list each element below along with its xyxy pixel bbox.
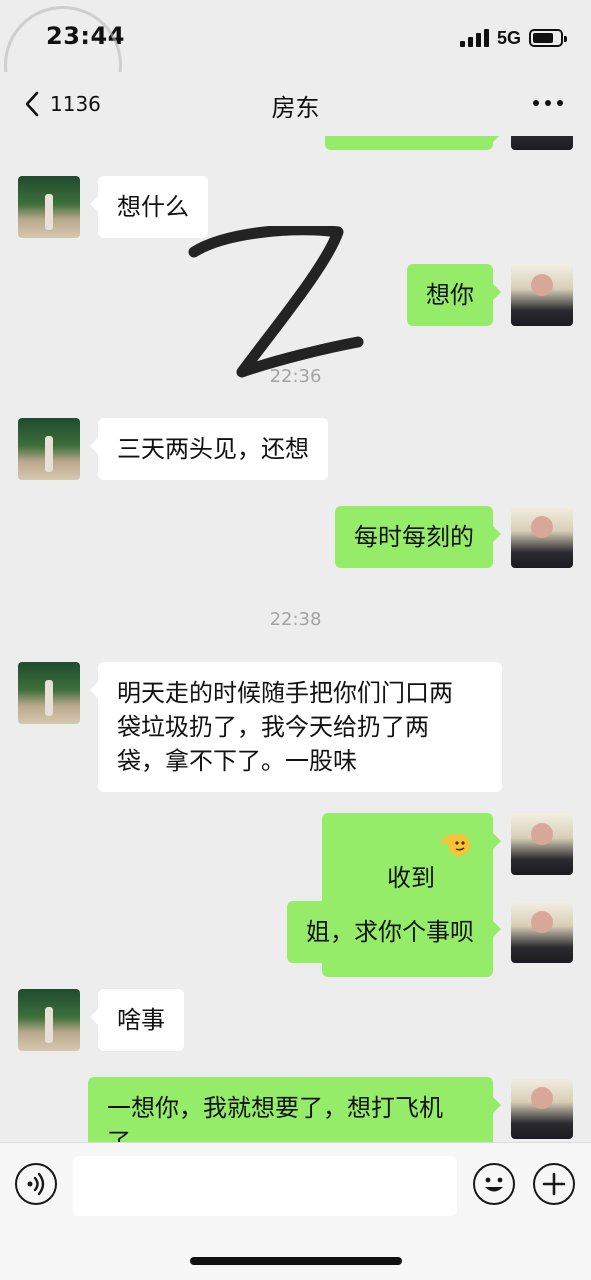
- contact-avatar[interactable]: [18, 989, 80, 1051]
- timestamp: 22:38: [269, 609, 322, 630]
- my-avatar[interactable]: [511, 1077, 573, 1139]
- message-list[interactable]: 想什么 想你 22:36 三天两头见，还想 每时每刻的 22:38 明天走的时候…: [0, 136, 591, 1142]
- battery-icon: [529, 29, 567, 47]
- my-avatar[interactable]: [511, 813, 573, 875]
- signal-icon: [459, 29, 489, 47]
- contact-avatar[interactable]: [18, 662, 80, 724]
- emoji-icon: [485, 1177, 503, 1192]
- message-bubble[interactable]: 想你: [407, 264, 501, 326]
- message-bubble[interactable]: 三天两头见，还想: [90, 418, 328, 480]
- message-bubble[interactable]: 一想你，我就想要了，想打飞机 了: [88, 1077, 501, 1142]
- chat-title: 房东: [271, 94, 320, 122]
- my-avatar[interactable]: [511, 506, 573, 568]
- plus-button[interactable]: [533, 1163, 575, 1205]
- message-bubble-partial[interactable]: [325, 136, 501, 150]
- more-icon[interactable]: [533, 100, 563, 106]
- emoji-button[interactable]: [473, 1163, 515, 1205]
- plus-icon: [542, 1172, 566, 1196]
- message-input[interactable]: [73, 1156, 457, 1216]
- my-avatar[interactable]: [511, 136, 573, 150]
- message-bubble[interactable]: 姐，求你个事呗: [287, 901, 501, 963]
- home-indicator[interactable]: [190, 1257, 402, 1265]
- chat-header: 1136 房东: [0, 72, 591, 136]
- my-avatar[interactable]: [511, 901, 573, 963]
- message-bubble[interactable]: 每时每刻的: [335, 506, 501, 568]
- contact-avatar[interactable]: [18, 418, 80, 480]
- network-label: 5G: [496, 27, 521, 48]
- message-text: 收到: [387, 864, 435, 892]
- message-bubble[interactable]: 啥事: [90, 989, 184, 1051]
- message-bubble[interactable]: 想什么: [90, 176, 208, 238]
- message-bubble[interactable]: 明天走的时候随手把你们门口两 袋垃圾扔了，我今天给扔了两 袋，拿不下了。一股味: [90, 662, 502, 792]
- contact-avatar[interactable]: [18, 176, 80, 238]
- voice-icon: [27, 1172, 45, 1196]
- voice-button[interactable]: [15, 1163, 57, 1205]
- status-indicators: 5G: [459, 24, 567, 52]
- my-avatar[interactable]: [511, 264, 573, 326]
- salute-emoji: [441, 834, 470, 856]
- timestamp: 22:36: [269, 366, 322, 387]
